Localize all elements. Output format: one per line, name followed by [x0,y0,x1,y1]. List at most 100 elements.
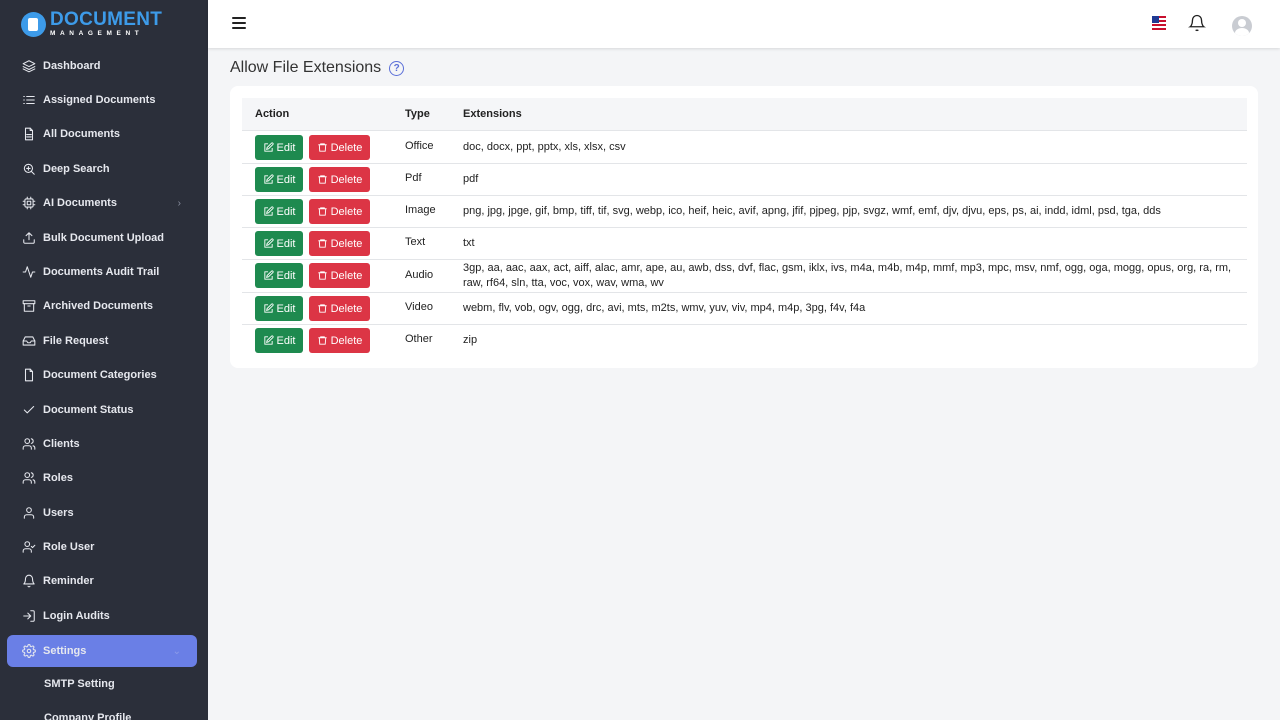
edit-button[interactable]: Edit [255,328,303,353]
sidebar-item-label: Settings [43,645,87,657]
inbox-icon [21,334,36,349]
sidebar-item-label: Bulk Document Upload [43,232,165,244]
sidebar-item-assigned-documents[interactable]: Assigned Documents [7,84,197,116]
chevron-down-icon: ⌄ [172,645,181,657]
sidebar-item-label: Users [43,507,74,519]
upload-icon [21,231,36,246]
cell-type: Pdf [405,172,422,184]
cell-type: Audio [405,269,434,281]
sidebar-item-label: Documents Audit Trail [43,266,160,278]
sidebar-subitem-smtp-setting[interactable]: SMTP Setting [44,678,115,690]
trash-icon [317,175,327,184]
bell-icon[interactable] [1188,14,1206,32]
sidebar-item-label: Document Categories [43,369,157,381]
sidebar-item-settings[interactable]: Settings ⌄ [7,635,197,667]
sidebar-item-label: All Documents [43,128,121,140]
delete-button[interactable]: Delete [309,199,370,224]
cell-type: Image [405,204,436,216]
archive-icon [21,299,36,314]
menu-toggle-icon[interactable] [232,17,246,29]
sidebar-item-reminder[interactable]: Reminder [7,565,197,597]
edit-button[interactable]: Edit [255,231,303,256]
top-bar [208,0,1280,48]
sidebar-item-users[interactable]: Users [7,497,197,529]
users-icon [21,437,36,452]
sidebar-item-label: AI Documents [43,197,117,209]
delete-button[interactable]: Delete [309,263,370,288]
sidebar-item-label: Role User [43,541,95,553]
sidebar-item-file-request[interactable]: File Request [7,325,197,357]
sidebar-item-roles[interactable]: Roles [7,462,197,494]
sidebar-item-document-status[interactable]: Document Status [7,394,197,426]
edit-icon [263,142,274,152]
trash-icon [317,304,327,313]
table-row: Edit Delete Text txt [242,228,1247,260]
file-icon [21,368,36,383]
edit-button[interactable]: Edit [255,167,303,192]
check-icon [21,403,36,418]
delete-button[interactable]: Delete [309,167,370,192]
sidebar-item-ai-documents[interactable]: AI Documents › [7,187,197,219]
sidebar-item-bulk-document-upload[interactable]: Bulk Document Upload [7,222,197,254]
sidebar-item-role-user[interactable]: Role User [7,531,197,563]
column-header-action: Action [255,108,290,120]
sidebar-item-label: Document Status [43,404,134,416]
table-row: Edit Delete Image png, jpg, jpge, gif, b… [242,196,1247,228]
table-row: Edit Delete Video webm, flv, vob, ogv, o… [242,293,1247,325]
log-in-icon [21,609,36,624]
table-row: Edit Delete Office doc, docx, ppt, pptx,… [242,132,1247,164]
delete-button[interactable]: Delete [309,135,370,160]
edit-button[interactable]: Edit [255,296,303,321]
edit-button[interactable]: Edit [255,135,303,160]
page-title-wrap: Allow File Extensions ? [230,59,405,77]
file-text-icon [21,127,36,142]
table-row: Edit Delete Audio 3gp, aa, aac, aax, act… [242,260,1247,293]
cell-extensions: zip [463,334,478,346]
edit-icon [263,270,274,280]
delete-button[interactable]: Delete [309,231,370,256]
sidebar-item-label: Assigned Documents [43,94,156,106]
layers-icon [21,59,36,74]
activity-icon [21,265,36,280]
sidebar-subitem-company-profile[interactable]: Company Profile [44,712,131,720]
column-header-extensions: Extensions [463,108,522,120]
us-flag-icon[interactable] [1152,16,1166,30]
edit-icon [263,238,274,248]
delete-button[interactable]: Delete [309,296,370,321]
trash-icon [317,143,327,152]
sidebar-item-label: Deep Search [43,163,110,175]
avatar-icon[interactable] [1232,16,1252,36]
sidebar-item-clients[interactable]: Clients [7,428,197,460]
edit-icon [263,206,274,216]
trash-icon [317,207,327,216]
sidebar-item-dashboard[interactable]: Dashboard [7,50,197,82]
edit-icon [263,174,274,184]
sidebar-item-archived-documents[interactable]: Archived Documents [7,290,197,322]
edit-button[interactable]: Edit [255,263,303,288]
sidebar-item-label: Dashboard [43,60,101,72]
sidebar-item-document-categories[interactable]: Document Categories [7,359,197,391]
cell-type: Video [405,301,433,313]
chevron-right-icon: › [177,197,181,209]
logo-subtitle: MANAGEMENT [50,30,144,38]
edit-button[interactable]: Edit [255,199,303,224]
cell-extensions: png, jpg, jpge, gif, bmp, tiff, tif, svg… [463,205,1161,217]
app-logo[interactable]: DOCUMENT MANAGEMENT [0,0,208,48]
cell-extensions: webm, flv, vob, ogv, ogg, drc, avi, mts,… [463,302,866,314]
trash-icon [317,336,327,345]
sidebar-item-documents-audit-trail[interactable]: Documents Audit Trail [7,256,197,288]
users-icon [21,471,36,486]
page-title: Allow File Extensions [230,59,382,76]
delete-button[interactable]: Delete [309,328,370,353]
sidebar-item-login-audits[interactable]: Login Audits [7,600,197,632]
user-icon [21,506,36,521]
search-plus-icon [21,162,36,177]
column-header-type: Type [405,108,430,120]
sidebar-item-all-documents[interactable]: All Documents [7,118,197,150]
user-check-icon [21,540,36,555]
sidebar-item-deep-search[interactable]: Deep Search [7,153,197,185]
cell-extensions: pdf [463,173,479,185]
help-icon[interactable]: ? [389,60,405,76]
logo-title: DOCUMENT [50,9,163,31]
sidebar-item-label: Roles [43,472,73,484]
